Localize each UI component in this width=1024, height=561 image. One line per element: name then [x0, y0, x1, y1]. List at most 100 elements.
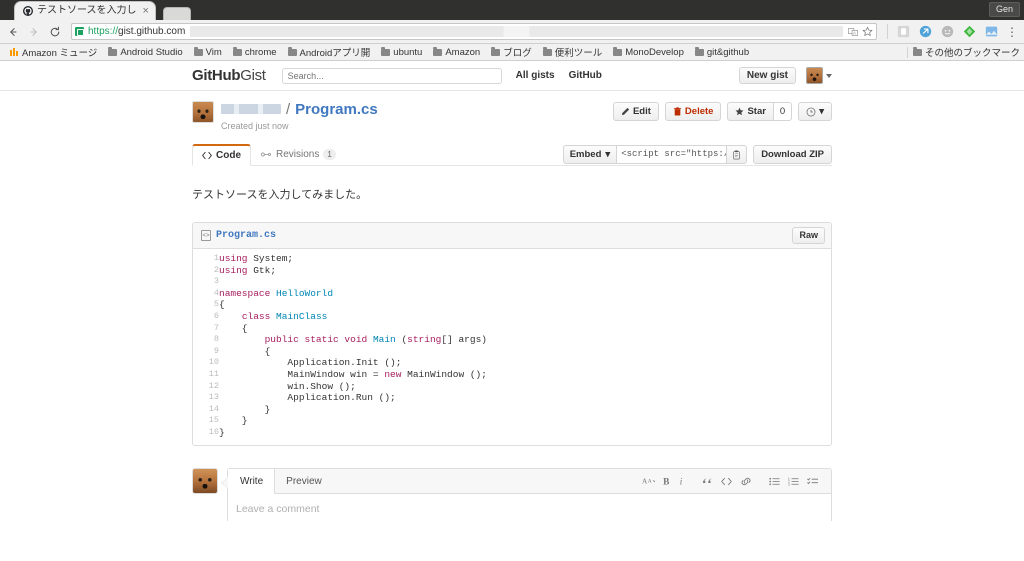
other-bookmarks[interactable]: その他のブックマーク — [905, 45, 1020, 59]
browser-tab[interactable]: テストソースを入力し × — [14, 1, 156, 20]
extension-1-icon[interactable] — [896, 25, 910, 39]
secure-lock-icon — [75, 27, 84, 36]
extension-2-icon[interactable] — [918, 25, 932, 39]
gist-tabs: Code Revisions 1 Embed ▾ <script src="ht… — [192, 144, 832, 166]
code-line: 2 using Gtk; — [193, 265, 831, 277]
comment-form: Write Preview AA B i 123 Leave a comment — [192, 467, 832, 522]
bookmark-item[interactable]: ubuntu — [377, 46, 426, 59]
page-content: / Program.cs Created just now Edit Delet… — [192, 91, 832, 521]
back-icon[interactable] — [6, 25, 19, 38]
bookmark-item[interactable]: MonoDevelop — [609, 46, 688, 59]
navigation-bar: https://gist.github.com A ⋮ — [0, 20, 1024, 44]
code-line: 10 Application.Init (); — [193, 357, 831, 369]
bookmark-item[interactable]: 便利ツール — [539, 44, 607, 60]
owner-name-redacted[interactable] — [221, 104, 281, 114]
bookmark-label: ubuntu — [393, 46, 423, 58]
bookmark-item[interactable]: chrome — [229, 46, 281, 59]
tab-revisions[interactable]: Revisions 1 — [251, 144, 345, 166]
svg-text:i: i — [680, 476, 683, 486]
line-number: 13 — [208, 392, 219, 403]
edit-button[interactable]: Edit — [612, 102, 659, 121]
tab-write[interactable]: Write — [228, 468, 276, 494]
italic-icon[interactable]: i — [675, 476, 689, 487]
line-content — [219, 276, 831, 288]
browser-menu-icon[interactable]: ⋮ — [1006, 26, 1018, 38]
unordered-list-icon[interactable] — [765, 477, 784, 486]
link-icon[interactable] — [736, 477, 756, 486]
search-input[interactable] — [281, 67, 502, 84]
logo-github: GitHub — [192, 67, 241, 84]
translate-icon[interactable]: A — [847, 26, 858, 37]
extension-3-icon[interactable] — [940, 25, 954, 39]
folder-icon — [193, 46, 203, 56]
url-host: gist.github.com — [118, 26, 186, 37]
bookmark-label: Android Studio — [120, 46, 183, 58]
tab-code-label: Code — [216, 149, 241, 161]
line-content: using Gtk; — [219, 264, 277, 276]
download-zip-button[interactable]: Download ZIP — [753, 145, 832, 164]
bookmark-divider — [906, 46, 908, 58]
forward-icon[interactable] — [27, 25, 40, 38]
quote-icon[interactable] — [698, 477, 717, 486]
window-gen-button[interactable]: Gen — [988, 2, 1020, 17]
bookmark-star-icon[interactable] — [862, 26, 873, 37]
bookmark-label: Amazon ミュージ — [22, 48, 98, 59]
bookmark-item[interactable]: git&github — [691, 46, 753, 59]
bookmark-item[interactable]: ブログ — [487, 44, 536, 60]
gist-filename-title[interactable]: Program.cs — [295, 101, 378, 118]
title-separator: / — [286, 101, 291, 118]
revisions-count: 1 — [323, 149, 336, 160]
tab-preview[interactable]: Preview — [275, 469, 333, 493]
line-content: Application.Run (); — [219, 392, 396, 404]
delete-button[interactable]: Delete — [664, 102, 722, 121]
star-button[interactable]: Star — [727, 102, 774, 121]
url-scheme: https:// — [88, 26, 119, 37]
line-number: 8 — [213, 334, 219, 345]
more-menu-caret: ▾ — [819, 106, 824, 117]
bookmark-item[interactable]: Amazon ミュージ — [6, 44, 101, 60]
address-bar[interactable]: https://gist.github.com A — [71, 23, 877, 40]
gist-logo[interactable]: GitHubGist — [192, 67, 266, 84]
bookmark-item[interactable]: Vim — [190, 46, 226, 59]
line-content: using System; — [219, 253, 294, 264]
embed-dropdown-button[interactable]: Embed ▾ — [562, 145, 618, 164]
gist-action-buttons: Edit Delete Star 0 ▾ — [612, 102, 832, 121]
folder-icon — [542, 46, 552, 56]
line-number: 4 — [213, 287, 219, 298]
new-gist-button[interactable]: New gist — [738, 67, 796, 84]
folder-icon — [912, 46, 922, 56]
close-icon[interactable]: × — [141, 6, 149, 17]
browser-chrome: テストソースを入力し × Gen https://gist.github.com… — [0, 0, 1024, 61]
file-name[interactable]: Program.cs — [216, 230, 276, 241]
code-line: 9 { — [193, 346, 831, 358]
code-line: 12 win.Show (); — [193, 381, 831, 393]
line-content: Application.Init (); — [219, 357, 402, 369]
nav-all-gists[interactable]: All gists — [516, 70, 555, 81]
bold-icon[interactable]: B — [659, 476, 675, 486]
clipboard-icon[interactable] — [727, 145, 748, 164]
more-menu-button[interactable]: ▾ — [798, 102, 832, 121]
embed-url-field[interactable]: <script src="https://gi — [617, 145, 728, 164]
nav-github[interactable]: GitHub — [569, 70, 602, 81]
tab-code[interactable]: Code — [192, 144, 251, 166]
raw-button[interactable]: Raw — [792, 227, 825, 244]
user-menu[interactable] — [806, 67, 832, 84]
extension-4-icon[interactable] — [962, 25, 976, 39]
edit-label: Edit — [632, 106, 651, 117]
code-icon[interactable] — [717, 477, 736, 486]
reload-icon[interactable] — [48, 25, 61, 38]
svg-text:A: A — [642, 478, 648, 486]
code-table: 1 using System; 2 using Gtk; 3 4 namespace He… — [193, 253, 831, 439]
bookmark-item[interactable]: Androidアプリ開 — [284, 44, 375, 60]
url-text: https://gist.github.com — [88, 26, 185, 37]
bookmark-item[interactable]: Android Studio — [104, 46, 186, 59]
ordered-list-icon[interactable]: 123 — [784, 477, 803, 486]
extension-5-icon[interactable] — [984, 25, 998, 39]
tab-revisions-label: Revisions — [276, 148, 320, 160]
task-list-icon[interactable] — [803, 477, 822, 486]
code-body: 1 using System; 2 using Gtk; 3 4 namespace He… — [193, 249, 831, 445]
comment-textarea[interactable]: Leave a comment — [228, 494, 831, 522]
new-tab-button[interactable] — [162, 7, 191, 20]
bookmark-item[interactable]: Amazon — [429, 46, 484, 59]
text-size-icon[interactable]: AA — [638, 476, 659, 486]
